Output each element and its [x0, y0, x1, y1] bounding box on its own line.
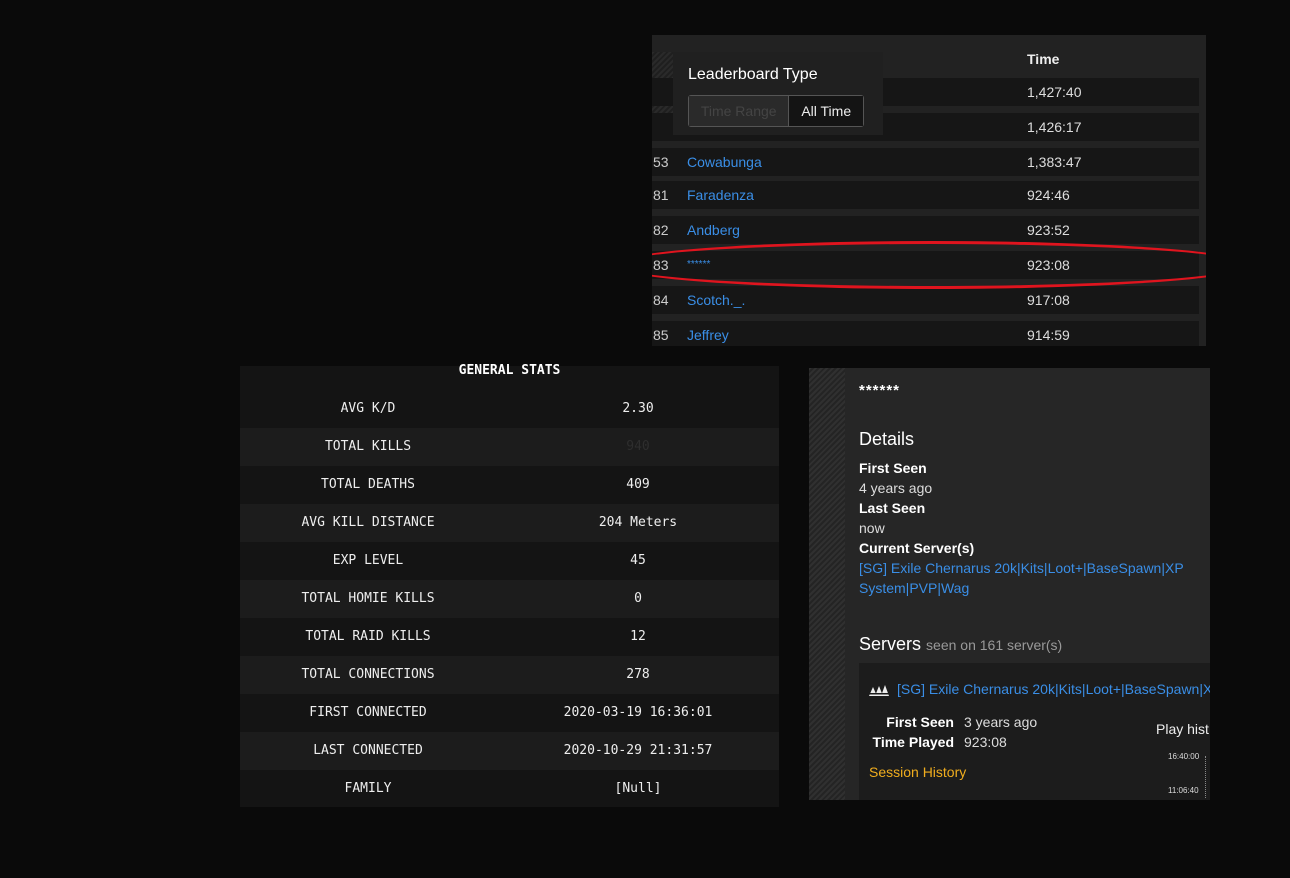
stat-value: 278	[626, 667, 650, 682]
stat-row: FAMILY [Null]	[240, 770, 779, 808]
stat-label: FIRST CONNECTED	[309, 705, 427, 720]
first-seen-label: First Seen	[859, 460, 927, 476]
table-row[interactable]: 82 Andberg 923:52	[652, 216, 1202, 244]
arma-logo-icon	[869, 685, 893, 696]
player-link[interactable]: Jeffrey	[687, 321, 729, 346]
current-server-link[interactable]: [SG] Exile Chernarus 20k|Kits|Loot+|Base…	[859, 558, 1199, 598]
stat-row: TOTAL HOMIE KILLS 0	[240, 580, 779, 618]
stat-row: TOTAL KILLS 940	[240, 428, 779, 466]
chart-tick-label: 11:06:40	[1168, 786, 1199, 795]
stat-label: TOTAL CONNECTIONS	[301, 667, 435, 682]
last-seen-label: Last Seen	[859, 500, 926, 516]
rank: 85	[653, 327, 669, 343]
table-row[interactable]: 53 Cowabunga 1,383:47	[652, 148, 1202, 176]
row-edge	[1199, 216, 1202, 244]
servers-seen-count: seen on 161 server(s)	[926, 637, 1063, 653]
server-card: [SG] Exile Chernarus 20k|Kits|Loot+|Base…	[859, 663, 1210, 800]
time-played: 1,427:40	[1027, 84, 1082, 100]
player-link[interactable]: Cowabunga	[687, 148, 762, 176]
stat-label: AVG KILL DISTANCE	[301, 515, 435, 530]
servers-heading-text: Servers	[859, 634, 922, 654]
rank: 53	[653, 154, 669, 170]
stat-row: EXP LEVEL 45	[240, 542, 779, 580]
stat-row: AVG KILL DISTANCE 204 Meters	[240, 504, 779, 542]
stat-value: 2020-10-29 21:31:57	[563, 743, 713, 758]
server-first-seen-value: 3 years ago	[964, 714, 1038, 730]
stat-row: AVG K/D 2.30	[240, 390, 779, 428]
table-row[interactable]: 84 Scotch._. 917:08	[652, 286, 1202, 314]
popup-title: Leaderboard Type	[688, 66, 818, 83]
stat-label: TOTAL DEATHS	[321, 477, 415, 492]
column-header-time: Time	[1027, 51, 1060, 67]
stat-value: 0	[634, 591, 642, 606]
details-heading: Details	[859, 429, 915, 449]
stat-label: AVG K/D	[340, 401, 396, 416]
stat-label: LAST CONNECTED	[313, 743, 423, 758]
last-seen-value: now	[859, 520, 885, 536]
rank: 84	[653, 292, 669, 308]
stat-row: TOTAL RAID KILLS 12	[240, 618, 779, 656]
stat-value: 2020-03-19 16:36:01	[563, 705, 713, 720]
panel-stripe	[809, 368, 845, 800]
session-history-link[interactable]: Session History	[869, 764, 966, 780]
player-link[interactable]: Andberg	[687, 216, 740, 244]
stat-value: 940	[626, 439, 650, 454]
leaderboard-type-toggle: Time Range All Time	[688, 95, 864, 127]
stat-label: TOTAL HOMIE KILLS	[301, 591, 435, 606]
row-edge	[1199, 181, 1202, 209]
first-seen-value: 4 years ago	[859, 480, 933, 496]
player-link[interactable]: Faradenza	[687, 181, 754, 209]
servers-heading: Servers seen on 161 server(s)	[859, 634, 1062, 655]
time-played-label: Time Played	[872, 734, 954, 750]
time-played: 917:08	[1027, 292, 1070, 308]
chart-axis	[1205, 756, 1208, 798]
leaderboard-type-popup: Leaderboard Type Time Range All Time	[673, 52, 883, 135]
table-row[interactable]: 81 Faradenza 924:46	[652, 181, 1202, 209]
all-time-button[interactable]: All Time	[789, 96, 863, 126]
current-servers-label: Current Server(s)	[859, 540, 975, 556]
row-edge	[1199, 321, 1202, 346]
player-link[interactable]: Scotch._.	[687, 286, 745, 314]
row-edge	[1199, 78, 1202, 106]
time-played: 1,426:17	[1027, 119, 1082, 135]
row-edge	[1199, 113, 1202, 141]
time-played: 914:59	[1027, 327, 1070, 343]
row-edge	[1199, 286, 1202, 314]
server-link[interactable]: [SG] Exile Chernarus 20k|Kits|Loot+|Base…	[897, 681, 1210, 697]
stat-label: TOTAL KILLS	[324, 439, 412, 454]
time-played: 924:46	[1027, 187, 1070, 203]
stat-row: TOTAL CONNECTIONS 278	[240, 656, 779, 694]
general-stats-title: GENERAL STATS	[458, 363, 561, 378]
player-detail-panel: ****** Details First Seen 4 years ago La…	[809, 368, 1210, 800]
time-range-button[interactable]: Time Range	[689, 96, 790, 126]
stat-value: 204 Meters	[598, 515, 678, 530]
time-played: 1,383:47	[1027, 154, 1082, 170]
stat-value: 409	[626, 477, 650, 492]
stat-value: 45	[630, 553, 646, 568]
leaderboard-panel: Time 1,427:40 1,426:17 53 Cowabunga 1,38…	[652, 35, 1206, 346]
rank: 82	[653, 222, 669, 238]
general-stats-panel: GENERAL STATS AVG K/D 2.30 TOTAL KILLS 9…	[240, 363, 779, 808]
red-highlight-ellipse	[652, 241, 1206, 289]
stat-value: 12	[630, 629, 646, 644]
stat-value: [Null]	[614, 781, 662, 796]
stat-label: TOTAL RAID KILLS	[305, 629, 431, 644]
play-history-heading: Play hist	[1156, 721, 1209, 737]
row-edge	[1199, 148, 1202, 176]
stat-value: 2.30	[622, 401, 654, 416]
stat-label: FAMILY	[344, 781, 392, 796]
chart-tick-label: 16:40:00	[1168, 752, 1200, 761]
server-first-seen-label: First Seen	[886, 714, 954, 730]
player-name: ******	[859, 382, 901, 399]
time-played-value: 923:08	[964, 734, 1007, 750]
rank: 81	[653, 187, 669, 203]
time-played: 923:52	[1027, 222, 1070, 238]
stat-row: LAST CONNECTED 2020-10-29 21:31:57	[240, 732, 779, 770]
stat-label: EXP LEVEL	[332, 553, 404, 568]
table-row[interactable]: 85 Jeffrey 914:59	[652, 321, 1202, 346]
stat-row: FIRST CONNECTED 2020-03-19 16:36:01	[240, 694, 779, 732]
stat-row: TOTAL DEATHS 409	[240, 466, 779, 504]
